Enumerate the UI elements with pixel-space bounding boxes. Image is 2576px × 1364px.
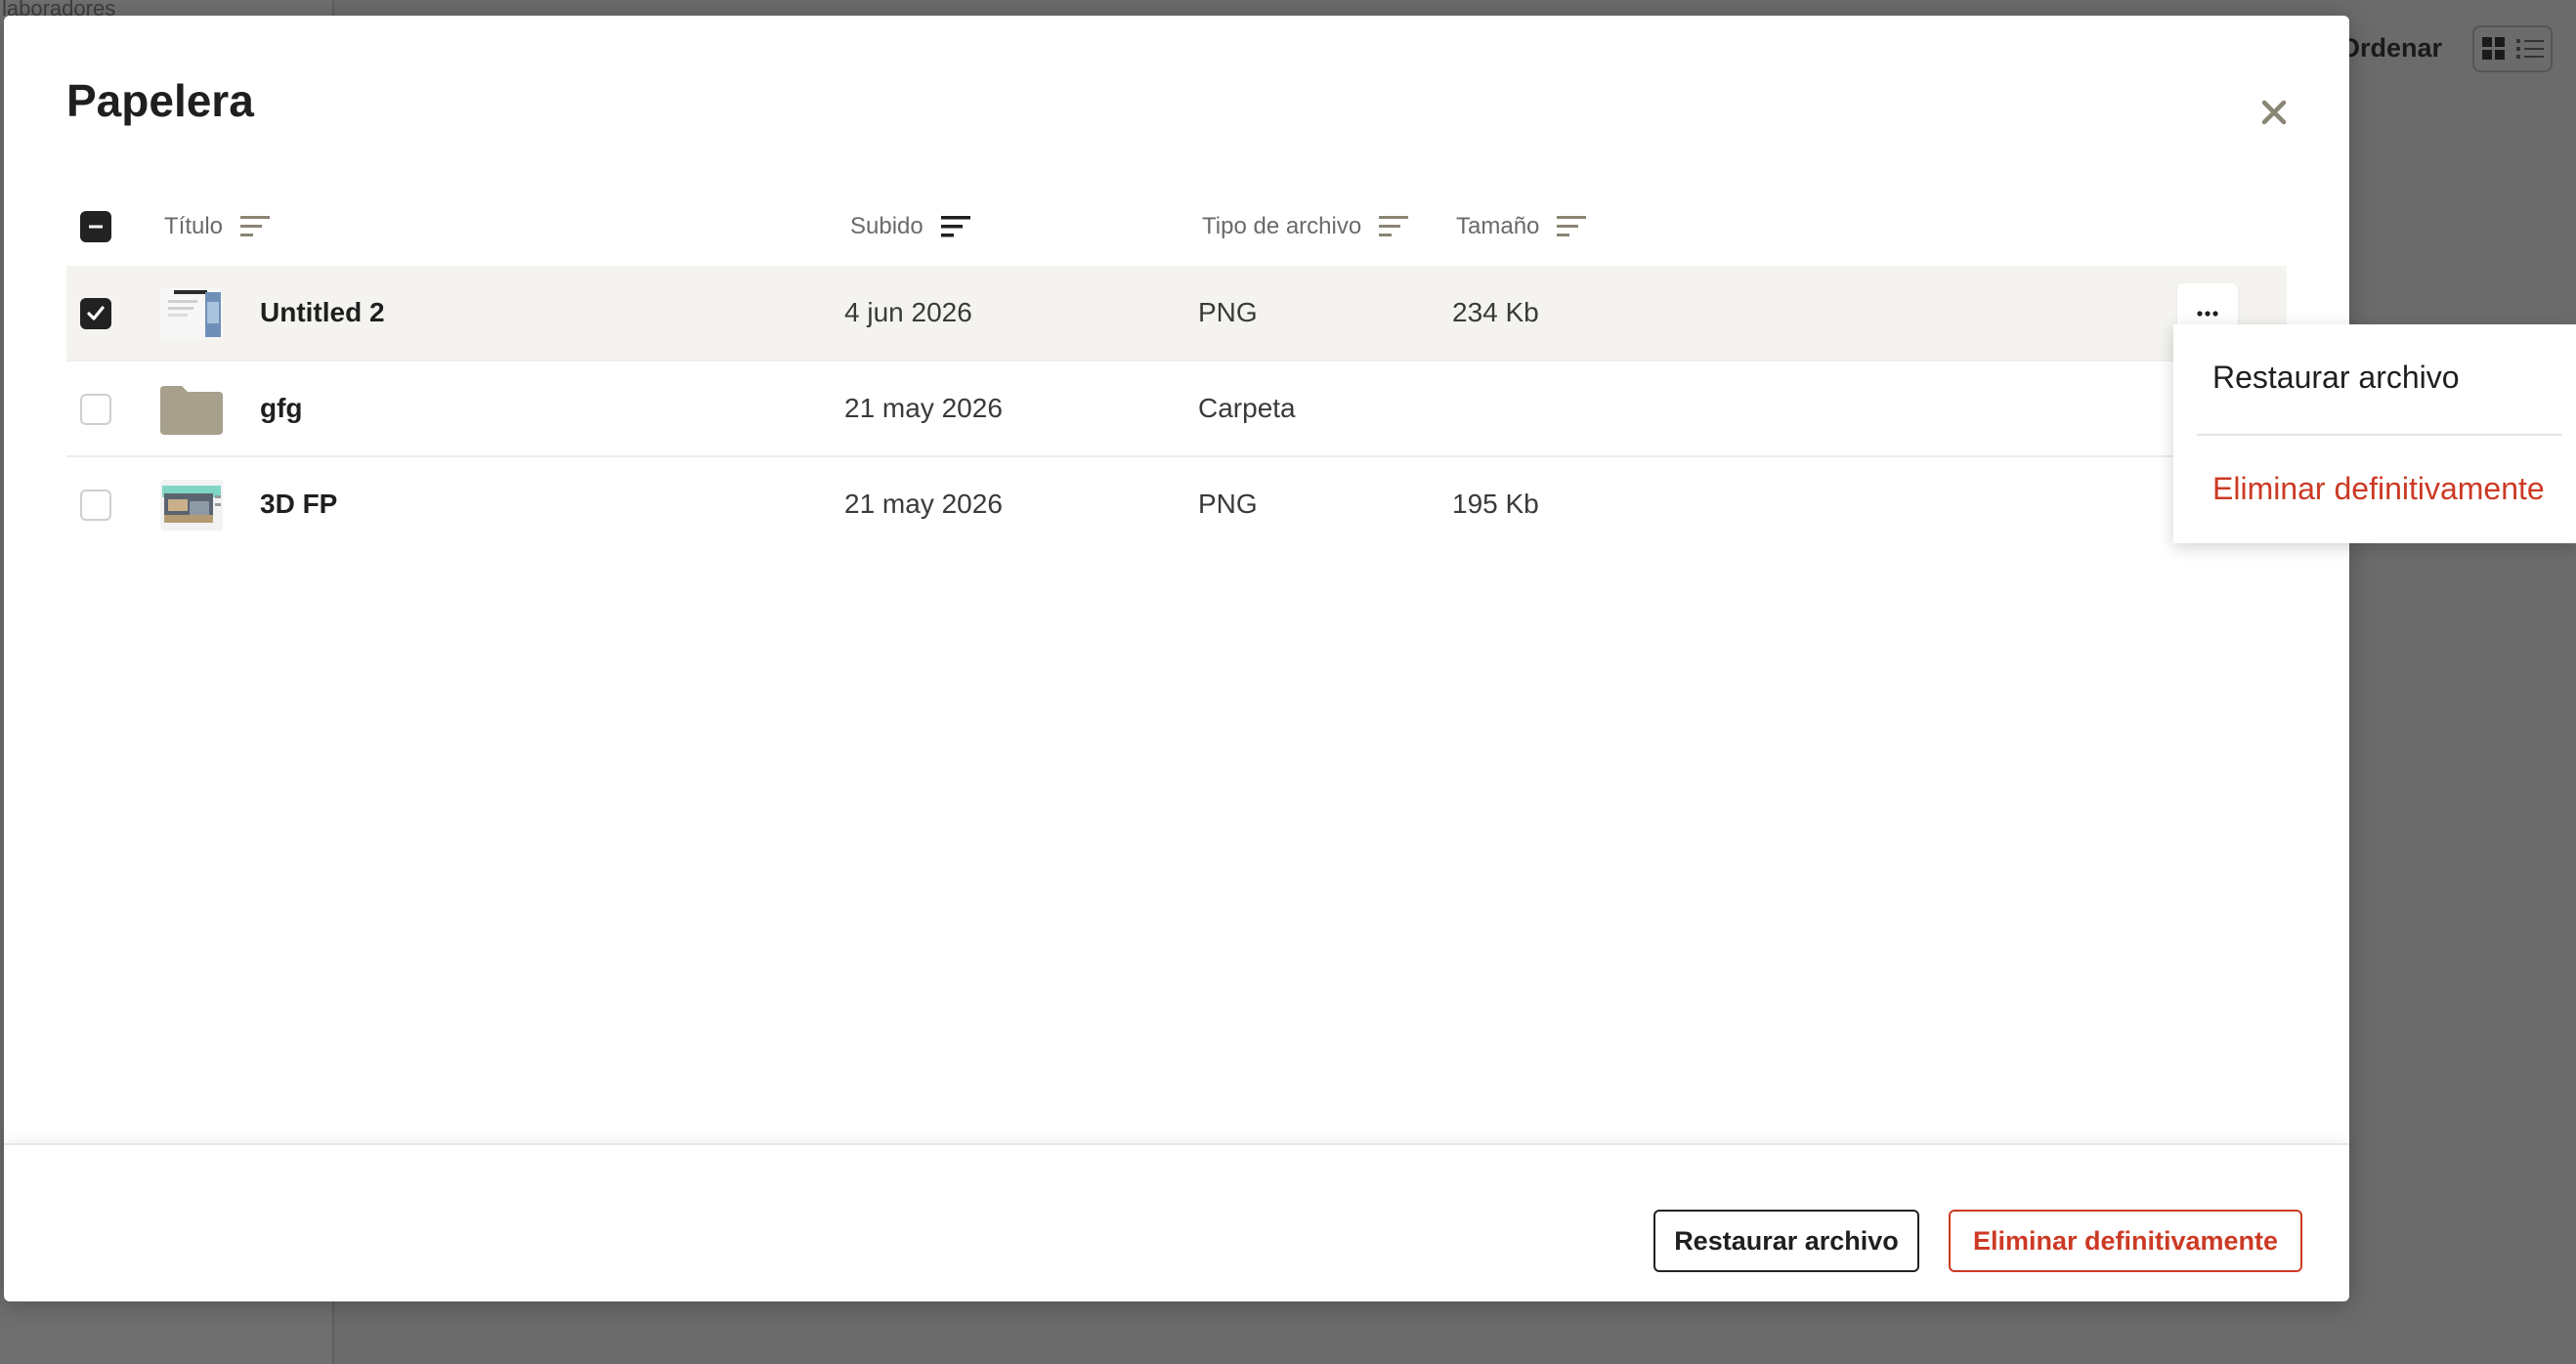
table-row[interactable]: gfg 21 may 2026 Carpeta <box>66 362 2287 457</box>
row-title: 3D FP <box>260 489 338 519</box>
background-sort-button: Ordenar <box>2340 33 2443 63</box>
column-header-uploaded[interactable]: Subido <box>850 213 970 240</box>
column-header-size-label: Tamaño <box>1456 213 1540 239</box>
sort-icon <box>240 216 271 236</box>
column-header-type[interactable]: Tipo de archivo <box>1202 213 1409 240</box>
row-uploaded: 21 may 2026 <box>844 393 1003 423</box>
column-header-uploaded-label: Subido <box>850 213 923 239</box>
more-icon <box>2197 311 2218 317</box>
close-button[interactable] <box>2252 90 2297 135</box>
table-row[interactable]: Untitled 2 4 jun 2026 PNG 234 Kb <box>66 266 2287 362</box>
row-title: Untitled 2 <box>260 297 385 327</box>
row-uploaded: 4 jun 2026 <box>844 297 972 327</box>
row-size: 234 Kb <box>1452 297 1539 327</box>
row-checkbox[interactable] <box>80 298 111 329</box>
modal-footer: Restaurar archivo Eliminar definitivamen… <box>4 1143 2349 1301</box>
column-header-type-label: Tipo de archivo <box>1202 213 1362 239</box>
restore-file-button[interactable]: Restaurar archivo <box>1653 1210 1919 1272</box>
delete-permanently-button[interactable]: Eliminar definitivamente <box>1949 1210 2302 1272</box>
row-checkbox[interactable] <box>80 490 111 521</box>
row-uploaded: 21 may 2026 <box>844 489 1003 519</box>
menu-item-delete[interactable]: Eliminar definitivamente <box>2212 471 2545 507</box>
folder-icon <box>160 384 223 435</box>
row-context-menu: Restaurar archivo Eliminar definitivamen… <box>2173 324 2576 543</box>
row-checkbox[interactable] <box>80 394 111 425</box>
row-size: 195 Kb <box>1452 489 1539 519</box>
column-header-title-label: Título <box>164 213 224 239</box>
trash-table: Título Subido Tipo de archivo Tamaño Unt… <box>66 192 2287 553</box>
modal-title: Papelera <box>66 75 254 126</box>
menu-divider <box>2197 434 2562 436</box>
file-thumbnail <box>160 480 223 531</box>
sort-active-icon <box>940 216 970 237</box>
list-view-icon <box>2516 39 2544 59</box>
sort-icon <box>1379 216 1409 236</box>
row-type: PNG <box>1198 297 1258 327</box>
select-all-checkbox[interactable] <box>80 211 111 242</box>
sort-icon <box>1557 216 1587 236</box>
column-header-size[interactable]: Tamaño <box>1456 213 1587 240</box>
row-type: Carpeta <box>1198 393 1296 423</box>
column-header-title[interactable]: Título <box>164 213 271 240</box>
table-header: Título Subido Tipo de archivo Tamaño <box>66 192 2287 266</box>
grid-view-icon <box>2482 37 2505 60</box>
row-title: gfg <box>260 393 303 423</box>
menu-item-restore[interactable]: Restaurar archivo <box>2212 360 2460 396</box>
minus-icon <box>89 225 103 229</box>
background-view-toggle <box>2472 25 2553 72</box>
file-thumbnail <box>160 288 223 339</box>
row-type: PNG <box>1198 489 1258 519</box>
table-row[interactable]: 3D FP 21 may 2026 PNG 195 Kb <box>66 457 2287 553</box>
close-icon <box>2261 100 2287 125</box>
checkmark-icon <box>87 306 105 320</box>
trash-modal: Papelera Título Subido Tipo de archivo T… <box>4 16 2349 1301</box>
